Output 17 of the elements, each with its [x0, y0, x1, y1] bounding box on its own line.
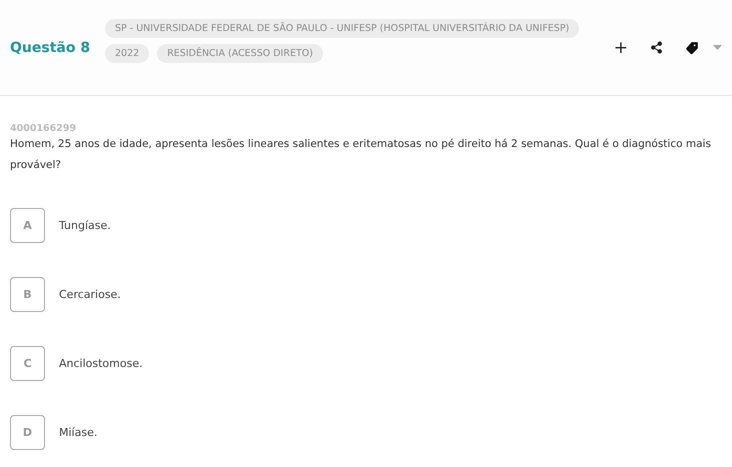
question-title: Questão 8	[10, 40, 92, 56]
option-text: Ancilostomose.	[59, 357, 143, 370]
option-text: Tungíase.	[59, 219, 111, 232]
option-letter-button[interactable]: D	[10, 415, 45, 450]
question-text: Homem, 25 anos de idade, apresenta lesões lineares salientes e eritematosas no pé direito há 2 semanas. Qual é o diagnóstico mais provável?	[10, 137, 712, 173]
add-button[interactable]: +	[614, 38, 628, 58]
option-text: Cercariose.	[59, 288, 121, 301]
tag-chip: SP - UNIVERSIDADE FEDERAL DE SÃO PAULO - UNIFESP (HOSPITAL UNIVERSITÁRIO DA UNIFESP)	[105, 18, 580, 38]
option-text: Miíase.	[59, 426, 98, 439]
option-letter-button[interactable]: A	[10, 208, 45, 243]
share-icon[interactable]	[650, 41, 663, 54]
option-letter-button[interactable]: B	[10, 277, 45, 312]
tag-chip: RESIDÊNCIA (ACESSO DIRETO)	[157, 44, 323, 62]
tag-chip: 2022	[105, 44, 150, 62]
tag-icon[interactable]	[685, 40, 699, 54]
option-letter-button[interactable]: C	[10, 346, 45, 381]
question-id: 4000166299	[10, 123, 78, 134]
